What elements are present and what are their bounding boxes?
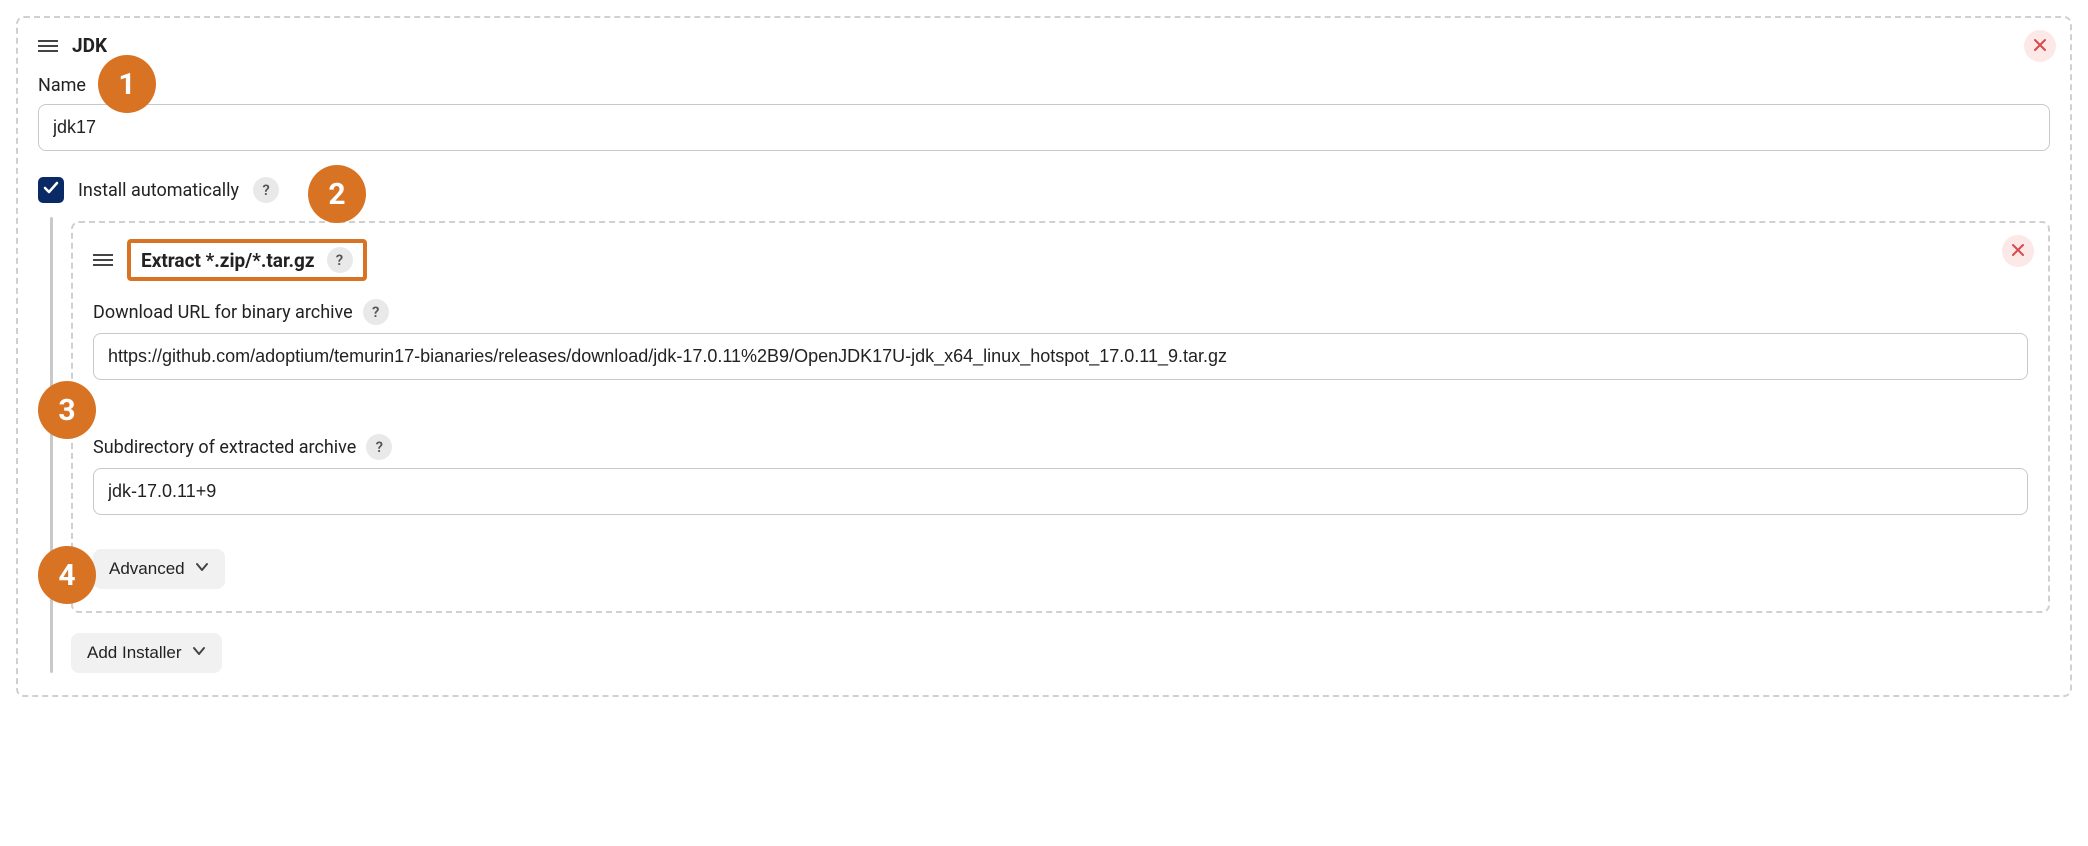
advanced-button[interactable]: Advanced <box>93 549 225 589</box>
download-url-label: Download URL for binary archive <box>93 302 353 323</box>
installer-title-highlight: Extract *.zip/*.tar.gz ? <box>127 239 367 281</box>
drag-handle-icon[interactable] <box>93 254 113 266</box>
install-auto-row: Install automatically ? 2 <box>38 177 2050 203</box>
help-subdir[interactable]: ? <box>366 434 392 460</box>
annotation-marker-2: 2 <box>308 165 366 223</box>
chevron-down-icon <box>195 559 209 579</box>
download-url-label-row: Download URL for binary archive ? <box>93 299 2028 325</box>
panel-header: JDK <box>38 34 2050 57</box>
checkmark-icon <box>43 180 59 201</box>
name-input[interactable] <box>38 104 2050 151</box>
subdir-row: Subdirectory of extracted archive ? <box>93 434 2028 515</box>
close-icon <box>2011 241 2025 262</box>
close-icon <box>2033 36 2047 57</box>
name-field-row: Name 1 <box>38 75 2050 151</box>
name-label: Name <box>38 75 2050 96</box>
help-download-url[interactable]: ? <box>363 299 389 325</box>
add-installer-label: Add Installer <box>87 643 182 663</box>
help-install-auto[interactable]: ? <box>253 177 279 203</box>
drag-handle-icon[interactable] <box>38 40 58 52</box>
install-auto-checkbox[interactable] <box>38 177 64 203</box>
installers-block: Extract *.zip/*.tar.gz ? Download URL fo… <box>38 217 2050 673</box>
download-url-row: Download URL for binary archive ? <box>93 299 2028 380</box>
subdir-input[interactable] <box>93 468 2028 515</box>
chevron-down-icon <box>192 643 206 663</box>
installer-header: Extract *.zip/*.tar.gz ? <box>93 239 2028 281</box>
help-installer-title[interactable]: ? <box>327 247 353 273</box>
installer-panel: Extract *.zip/*.tar.gz ? Download URL fo… <box>71 221 2050 613</box>
advanced-button-label: Advanced <box>109 559 185 579</box>
close-installer-button[interactable] <box>2002 235 2034 267</box>
subdir-label: Subdirectory of extracted archive <box>93 437 356 458</box>
panel-title: JDK <box>72 34 107 57</box>
indent-rail <box>50 217 53 673</box>
subdir-label-row: Subdirectory of extracted archive ? <box>93 434 2028 460</box>
jdk-panel: JDK Name 1 Install automatically ? 2 <box>16 16 2072 697</box>
download-url-input[interactable] <box>93 333 2028 380</box>
add-installer-button[interactable]: Add Installer <box>71 633 222 673</box>
installer-title: Extract *.zip/*.tar.gz <box>141 249 315 272</box>
close-panel-button[interactable] <box>2024 30 2056 62</box>
install-auto-label: Install automatically <box>78 180 239 201</box>
